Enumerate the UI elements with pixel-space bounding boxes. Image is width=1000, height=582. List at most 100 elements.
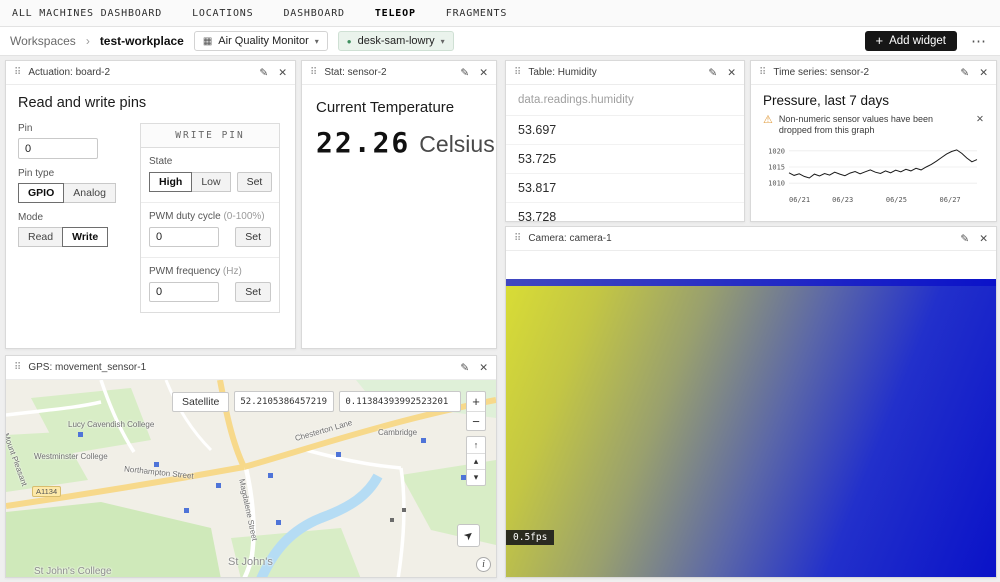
map-label: Cambridge bbox=[378, 428, 417, 437]
add-widget-button[interactable]: + Add widget bbox=[865, 31, 958, 51]
mode-read-button[interactable]: Read bbox=[18, 227, 63, 247]
svg-text:06/25: 06/25 bbox=[886, 196, 907, 204]
mode-label: Mode bbox=[18, 212, 122, 223]
nav-locations[interactable]: LOCATIONS bbox=[192, 8, 253, 19]
edit-widget-icon[interactable]: ✎ bbox=[460, 362, 469, 374]
camera-stream-image bbox=[506, 279, 996, 577]
state-high-button[interactable]: High bbox=[149, 172, 192, 192]
chevron-down-icon: ▾ bbox=[441, 37, 445, 46]
pwm-freq-hint: (Hz) bbox=[223, 266, 242, 277]
breadcrumb-current-workspace: test-workplace bbox=[100, 34, 184, 48]
pin-input[interactable] bbox=[18, 138, 98, 159]
edit-widget-icon[interactable]: ✎ bbox=[259, 67, 268, 79]
pitch-up-button[interactable]: ▴ bbox=[467, 453, 485, 469]
pwm-freq-input[interactable] bbox=[149, 282, 219, 302]
latitude-input[interactable] bbox=[234, 391, 334, 412]
locate-me-button[interactable]: ➤ bbox=[457, 524, 480, 547]
drag-handle-icon[interactable]: ⠿ bbox=[310, 67, 317, 78]
warning-icon: ⚠ bbox=[763, 114, 773, 126]
longitude-input[interactable] bbox=[339, 391, 461, 412]
close-widget-icon[interactable]: ✕ bbox=[979, 233, 988, 245]
state-low-button[interactable]: Low bbox=[191, 172, 230, 192]
pan-up-button[interactable]: ↑ bbox=[467, 437, 485, 453]
widget-header: ⠿ GPS: movement_sensor-1 ✎ ✕ bbox=[6, 356, 496, 380]
widget-header: ⠿ Camera: camera-1 ✎ ✕ bbox=[506, 227, 996, 251]
timeseries-heading: Pressure, last 7 days bbox=[763, 93, 984, 108]
close-widget-icon[interactable]: ✕ bbox=[278, 67, 287, 79]
pwm-duty-hint: (0-100%) bbox=[223, 211, 264, 222]
actuation-heading: Read and write pins bbox=[18, 95, 283, 111]
widget-title: Stat: sensor-2 bbox=[324, 67, 386, 78]
map-label: Lucy Cavendish College bbox=[68, 420, 154, 429]
plus-icon: + bbox=[876, 36, 884, 46]
drag-handle-icon[interactable]: ⠿ bbox=[514, 67, 521, 78]
svg-text:1020: 1020 bbox=[768, 147, 785, 155]
widget-header: ⠿ Time series: sensor-2 ✎ ✕ bbox=[751, 61, 996, 85]
map-attribution-info-button[interactable]: i bbox=[476, 557, 491, 572]
edit-widget-icon[interactable]: ✎ bbox=[960, 233, 969, 245]
workspace-select-label: Air Quality Monitor bbox=[218, 35, 308, 47]
chevron-down-icon: ▾ bbox=[315, 37, 319, 46]
edit-widget-icon[interactable]: ✎ bbox=[460, 67, 469, 79]
table-row: 53.725 bbox=[506, 145, 744, 174]
satellite-toggle-button[interactable]: Satellite bbox=[172, 392, 229, 412]
edit-widget-icon[interactable]: ✎ bbox=[960, 67, 969, 79]
nav-dashboard[interactable]: DASHBOARD bbox=[283, 8, 344, 19]
edit-widget-icon[interactable]: ✎ bbox=[708, 67, 717, 79]
pin-type-label: Pin type bbox=[18, 168, 122, 179]
breadcrumb-separator-icon: › bbox=[86, 34, 90, 48]
pwm-duty-input[interactable] bbox=[149, 227, 219, 247]
pin-type-analog-button[interactable]: Analog bbox=[63, 183, 116, 203]
breadcrumb-workspaces[interactable]: Workspaces bbox=[10, 34, 76, 48]
drag-handle-icon[interactable]: ⠿ bbox=[14, 362, 21, 373]
pitch-down-button[interactable]: ▾ bbox=[467, 469, 485, 485]
widget-title: Actuation: board-2 bbox=[28, 67, 110, 78]
warning-text: Non-numeric sensor values have been drop… bbox=[779, 114, 937, 136]
nav-teleop[interactable]: TELEOP bbox=[375, 8, 416, 19]
set-pwm-freq-button[interactable]: Set bbox=[235, 282, 271, 302]
zoom-out-button[interactable]: − bbox=[467, 411, 485, 430]
close-widget-icon[interactable]: ✕ bbox=[979, 67, 988, 79]
pin-type-gpio-button[interactable]: GPIO bbox=[18, 183, 64, 203]
grid-icon: ▦ bbox=[203, 36, 212, 47]
pin-label: Pin bbox=[18, 123, 122, 134]
widget-header: ⠿ Stat: sensor-2 ✎ ✕ bbox=[302, 61, 496, 85]
route-badge: A1134 bbox=[32, 486, 61, 497]
nav-fragments[interactable]: FRAGMENTS bbox=[446, 8, 507, 19]
zoom-in-button[interactable]: + bbox=[467, 392, 485, 411]
dismiss-warning-icon[interactable]: ✕ bbox=[976, 114, 984, 125]
pin-type-toggle: GPIO Analog bbox=[18, 183, 116, 203]
stat-unit: Celsius bbox=[419, 131, 494, 158]
widget-camera: ⠿ Camera: camera-1 ✎ ✕ 0.5fps bbox=[505, 226, 997, 578]
close-widget-icon[interactable]: ✕ bbox=[727, 67, 736, 79]
toolbar: Workspaces › test-workplace ▦ Air Qualit… bbox=[0, 27, 1000, 56]
map-label: St John's bbox=[228, 556, 273, 568]
state-label: State bbox=[149, 156, 271, 167]
nav-all-machines-dashboard[interactable]: ALL MACHINES DASHBOARD bbox=[12, 8, 162, 19]
map-zoom-control: + − bbox=[466, 391, 486, 431]
workspace-select[interactable]: ▦ Air Quality Monitor ▾ bbox=[194, 31, 328, 51]
close-widget-icon[interactable]: ✕ bbox=[479, 67, 488, 79]
set-pwm-duty-button[interactable]: Set bbox=[235, 227, 271, 247]
drag-handle-icon[interactable]: ⠿ bbox=[14, 67, 21, 78]
svg-text:1010: 1010 bbox=[768, 180, 785, 188]
pwm-duty-label: PWM duty cycle (0-100%) bbox=[149, 211, 271, 222]
widget-actuation: ⠿ Actuation: board-2 ✎ ✕ Read and write … bbox=[5, 60, 296, 349]
widget-title: GPS: movement_sensor-1 bbox=[28, 362, 146, 373]
map-label: St John's College bbox=[34, 566, 112, 577]
widget-canvas: ⠿ Actuation: board-2 ✎ ✕ Read and write … bbox=[0, 56, 1000, 582]
close-widget-icon[interactable]: ✕ bbox=[479, 362, 488, 374]
set-state-button[interactable]: Set bbox=[237, 172, 273, 192]
map-container: Lucy Cavendish College Westminster Colle… bbox=[6, 380, 496, 577]
timeseries-warning: ⚠ Non-numeric sensor values have been dr… bbox=[763, 114, 984, 136]
drag-handle-icon[interactable]: ⠿ bbox=[759, 67, 766, 78]
map-pitch-control: ↑ ▴ ▾ bbox=[466, 436, 486, 486]
machine-select[interactable]: ● desk-sam-lowry ▾ bbox=[338, 31, 454, 51]
mode-write-button[interactable]: Write bbox=[62, 227, 108, 247]
drag-handle-icon[interactable]: ⠿ bbox=[514, 233, 521, 244]
overflow-menu-icon[interactable]: ⋯ bbox=[967, 32, 990, 50]
widget-timeseries: ⠿ Time series: sensor-2 ✎ ✕ Pressure, la… bbox=[750, 60, 997, 222]
table-column-header: data.readings.humidity bbox=[506, 85, 744, 116]
fps-badge: 0.5fps bbox=[506, 530, 554, 545]
machine-status-icon: ● bbox=[347, 37, 352, 46]
